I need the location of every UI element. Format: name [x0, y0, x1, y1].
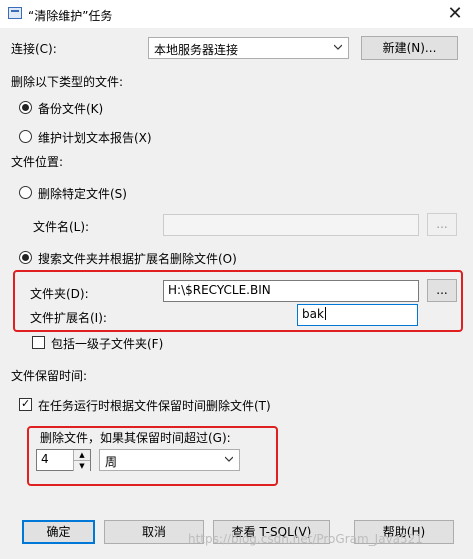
extension-label: 文件扩展名(I): [30, 311, 107, 325]
spinner-down-icon[interactable]: ▼ [73, 460, 90, 471]
maintenance-report-label: 维护计划文本报告(X) [38, 131, 152, 145]
file-name-browse-button[interactable]: ... [427, 213, 457, 236]
include-subfolders-checkbox[interactable] [32, 336, 45, 349]
chevron-down-icon [225, 456, 233, 462]
ok-button[interactable]: 确定 [22, 520, 95, 544]
folder-browse-button[interactable]: ... [427, 279, 457, 302]
file-name-input[interactable] [163, 214, 419, 236]
scrollbar[interactable] [466, 28, 473, 559]
title-bar: “清除维护”任务 ✕ [0, 0, 473, 28]
specific-file-radio[interactable] [19, 186, 32, 199]
watermark: https://blog.csdn.net/ProGram_Java521 [188, 532, 423, 546]
extension-value: bak [302, 307, 324, 321]
checkmark-icon: ✓ [21, 397, 31, 410]
folder-label: 文件夹(D): [30, 287, 89, 301]
clean-up-task-dialog: “清除维护”任务 ✕ 连接(C): 本地服务器连接 新建(N)... 删除以下类… [0, 0, 473, 559]
extension-input[interactable]: bak [297, 304, 418, 326]
retention-amount-spinner[interactable]: 4 ▲ ▼ [36, 449, 91, 471]
retention-unit-dropdown[interactable]: 周 [99, 449, 240, 471]
file-name-label: 文件名(L): [33, 220, 90, 234]
text-caret [324, 307, 326, 320]
specific-file-label: 删除特定文件(S) [38, 187, 127, 201]
task-icon [8, 7, 22, 19]
maintenance-report-radio[interactable] [19, 130, 32, 143]
new-connection-button[interactable]: 新建(N)... [361, 36, 458, 60]
search-folder-label: 搜索文件夹并根据扩展名删除文件(O) [38, 252, 237, 266]
backup-files-radio[interactable] [19, 101, 32, 114]
delete-by-age-checkbox[interactable]: ✓ [19, 397, 32, 411]
chevron-down-icon [334, 44, 342, 50]
file-location-heading: 文件位置: [11, 155, 64, 169]
connection-label: 连接(C): [11, 42, 57, 56]
spinner-up-icon[interactable]: ▲ [73, 450, 90, 460]
connection-value: 本地服务器连接 [154, 43, 239, 57]
connection-dropdown[interactable]: 本地服务器连接 [148, 37, 349, 59]
backup-files-label: 备份文件(K) [38, 102, 104, 116]
search-folder-radio[interactable] [19, 251, 32, 264]
folder-input[interactable]: H:\$RECYCLE.BIN [163, 280, 419, 302]
retention-heading: 文件保留时间: [11, 369, 88, 383]
window-title: “清除维护”任务 [28, 9, 113, 23]
include-subfolders-label: 包括一级子文件夹(F) [51, 337, 164, 351]
delete-by-age-label: 在任务运行时根据文件保留时间删除文件(T) [38, 399, 271, 413]
close-icon[interactable]: ✕ [440, 3, 470, 25]
older-than-label: 删除文件，如果其保留时间超过(G): [40, 431, 231, 445]
delete-type-heading: 删除以下类型的文件: [11, 75, 124, 89]
